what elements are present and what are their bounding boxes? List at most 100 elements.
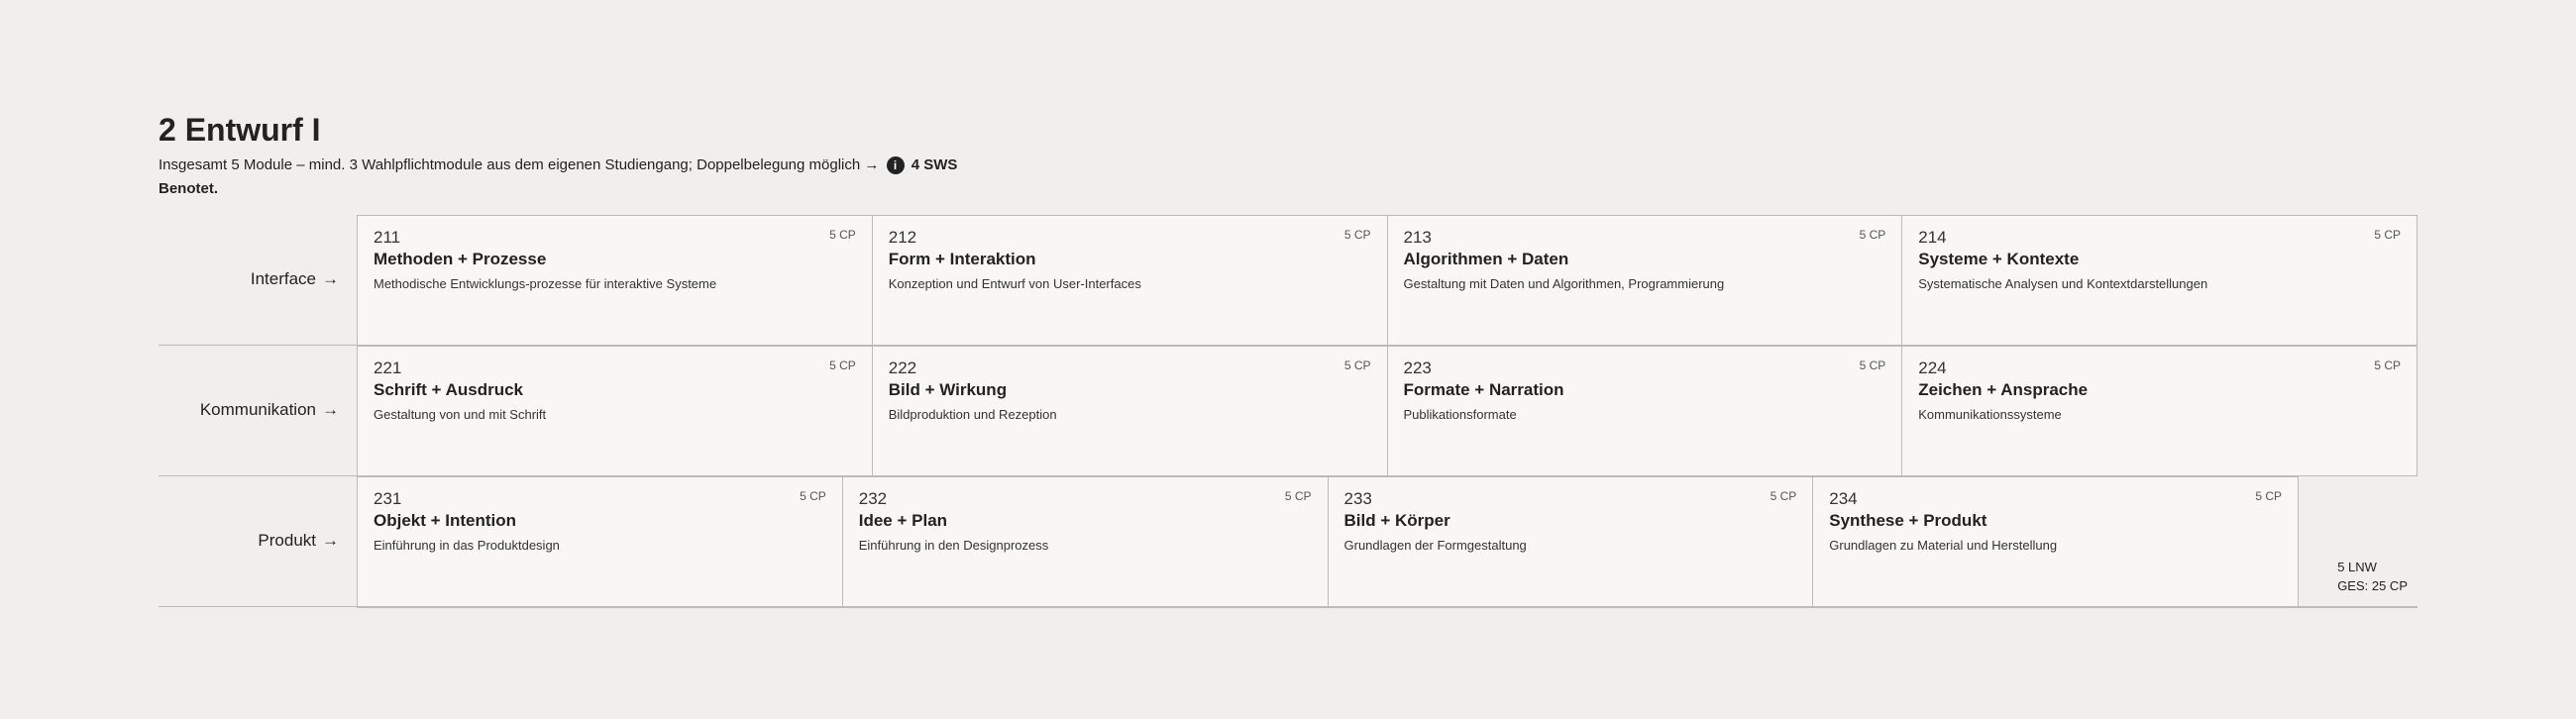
card-cp-2-1: 5 CP: [1285, 489, 1312, 503]
card-header-0-2: 213 5 CP: [1404, 228, 1886, 248]
ges-text: GES: 25 CP: [2337, 576, 2408, 596]
row-label-2: Produkt →: [159, 476, 357, 606]
cards-row-1: 221 5 CP Schrift + Ausdruck Gestaltung v…: [357, 346, 2417, 475]
card-number-1-3: 224: [1918, 359, 1946, 378]
card-desc-1-0: Gestaltung von und mit Schrift: [374, 406, 856, 424]
card-cp-0-0: 5 CP: [829, 228, 856, 242]
card-desc-0-1: Konzeption und Entwurf von User-Interfac…: [889, 275, 1371, 293]
row-arrow-0: →: [322, 269, 339, 289]
card-desc-2-1: Einführung in den Designprozess: [859, 537, 1312, 555]
row-label-text-1: Kommunikation →: [200, 400, 339, 420]
card-2-2[interactable]: 233 5 CP Bild + Körper Grundlagen der Fo…: [1329, 477, 1814, 606]
card-2-3[interactable]: 234 5 CP Synthese + Produkt Grundlagen z…: [1813, 477, 2299, 606]
grid-row-0: Interface → 211 5 CP Methoden + Prozesse…: [159, 215, 2417, 346]
card-title-2-1: Idee + Plan: [859, 511, 1312, 531]
card-header-1-3: 224 5 CP: [1918, 359, 2401, 378]
card-header-0-0: 211 5 CP: [374, 228, 856, 248]
card-1-2[interactable]: 223 5 CP Formate + Narration Publikation…: [1388, 347, 1903, 475]
section-subtitle: Insgesamt 5 Module – mind. 3 Wahlpflicht…: [159, 156, 2417, 174]
card-0-3[interactable]: 214 5 CP Systeme + Kontexte Systematisch…: [1902, 216, 2417, 345]
card-number-2-1: 232: [859, 489, 887, 509]
row-label-1: Kommunikation →: [159, 346, 357, 475]
card-title-1-2: Formate + Narration: [1404, 380, 1886, 400]
grid-row-2: Produkt → 231 5 CP Objekt + Intention Ei…: [159, 476, 2417, 607]
card-desc-1-2: Publikationsformate: [1404, 406, 1886, 424]
card-header-2-0: 231 5 CP: [374, 489, 826, 509]
card-2-0[interactable]: 231 5 CP Objekt + Intention Einführung i…: [358, 477, 843, 606]
card-number-2-3: 234: [1829, 489, 1857, 509]
card-number-2-2: 233: [1344, 489, 1372, 509]
card-cp-2-3: 5 CP: [2255, 489, 2282, 503]
info-icon[interactable]: i: [887, 156, 905, 174]
card-desc-1-3: Kommunikationssysteme: [1918, 406, 2401, 424]
card-number-0-2: 213: [1404, 228, 1432, 248]
sws-text: 4 SWS: [912, 156, 958, 173]
card-title-2-3: Synthese + Produkt: [1829, 511, 2282, 531]
card-title-0-1: Form + Interaktion: [889, 250, 1371, 269]
card-desc-0-2: Gestaltung mit Daten und Algorithmen, Pr…: [1404, 275, 1886, 293]
card-desc-0-0: Methodische Entwicklungs-prozesse für in…: [374, 275, 856, 293]
card-desc-1-1: Bildproduktion und Rezeption: [889, 406, 1371, 424]
card-number-0-0: 211: [374, 228, 400, 248]
grid-row-1: Kommunikation → 221 5 CP Schrift + Ausdr…: [159, 346, 2417, 476]
card-1-0[interactable]: 221 5 CP Schrift + Ausdruck Gestaltung v…: [358, 347, 873, 475]
card-desc-2-0: Einführung in das Produktdesign: [374, 537, 826, 555]
card-header-2-1: 232 5 CP: [859, 489, 1312, 509]
subtitle-text: Insgesamt 5 Module – mind. 3 Wahlpflicht…: [159, 156, 879, 173]
card-2-1[interactable]: 232 5 CP Idee + Plan Einführung in den D…: [843, 477, 1329, 606]
card-title-2-0: Objekt + Intention: [374, 511, 826, 531]
card-0-2[interactable]: 213 5 CP Algorithmen + Daten Gestaltung …: [1388, 216, 1903, 345]
row-label-text-0: Interface →: [251, 269, 339, 289]
cards-row-2: 231 5 CP Objekt + Intention Einführung i…: [357, 476, 2299, 606]
card-number-1-2: 223: [1404, 359, 1432, 378]
card-cp-2-0: 5 CP: [800, 489, 826, 503]
card-title-0-3: Systeme + Kontexte: [1918, 250, 2401, 269]
section-title: 2 Entwurf I: [159, 112, 2417, 149]
card-header-0-1: 212 5 CP: [889, 228, 1371, 248]
card-0-0[interactable]: 211 5 CP Methoden + Prozesse Methodische…: [358, 216, 873, 345]
card-number-2-0: 231: [374, 489, 401, 509]
card-desc-0-3: Systematische Analysen und Kontextdarste…: [1918, 275, 2401, 293]
footer-stats: 5 LNW GES: 25 CP: [2299, 476, 2417, 606]
cards-row-0: 211 5 CP Methoden + Prozesse Methodische…: [357, 215, 2417, 345]
row-label-name-2: Produkt: [258, 531, 316, 551]
row-arrow-2: →: [322, 531, 339, 551]
grid-container: Interface → 211 5 CP Methoden + Prozesse…: [159, 215, 2417, 608]
card-cp-0-1: 5 CP: [1344, 228, 1371, 242]
card-desc-2-2: Grundlagen der Formgestaltung: [1344, 537, 1797, 555]
card-header-1-0: 221 5 CP: [374, 359, 856, 378]
card-cp-1-1: 5 CP: [1344, 359, 1371, 372]
card-title-1-3: Zeichen + Ansprache: [1918, 380, 2401, 400]
card-title-0-0: Methoden + Prozesse: [374, 250, 856, 269]
row-label-0: Interface →: [159, 215, 357, 345]
card-cp-1-2: 5 CP: [1860, 359, 1886, 372]
card-cp-1-0: 5 CP: [829, 359, 856, 372]
card-number-0-1: 212: [889, 228, 916, 248]
card-header-2-2: 233 5 CP: [1344, 489, 1797, 509]
card-title-2-2: Bild + Körper: [1344, 511, 1797, 531]
card-header-0-3: 214 5 CP: [1918, 228, 2401, 248]
benotet-text: Benotet.: [159, 180, 2417, 197]
card-number-1-0: 221: [374, 359, 401, 378]
lnw-text: 5 LNW: [2337, 558, 2408, 577]
card-header-1-1: 222 5 CP: [889, 359, 1371, 378]
card-title-1-1: Bild + Wirkung: [889, 380, 1371, 400]
card-1-1[interactable]: 222 5 CP Bild + Wirkung Bildproduktion u…: [873, 347, 1388, 475]
row-arrow-1: →: [322, 400, 339, 420]
card-cp-1-3: 5 CP: [2374, 359, 2401, 372]
bottom-stats: 5 LNW GES: 25 CP: [2337, 558, 2408, 596]
card-0-1[interactable]: 212 5 CP Form + Interaktion Konzeption u…: [873, 216, 1388, 345]
card-header-2-3: 234 5 CP: [1829, 489, 2282, 509]
grid-bottom-border: [357, 607, 2417, 608]
card-cp-0-2: 5 CP: [1860, 228, 1886, 242]
card-cp-2-2: 5 CP: [1771, 489, 1797, 503]
card-title-0-2: Algorithmen + Daten: [1404, 250, 1886, 269]
card-desc-2-3: Grundlagen zu Material und Herstellung: [1829, 537, 2282, 555]
card-header-1-2: 223 5 CP: [1404, 359, 1886, 378]
card-1-3[interactable]: 224 5 CP Zeichen + Ansprache Kommunikati…: [1902, 347, 2417, 475]
card-number-1-1: 222: [889, 359, 916, 378]
row-label-text-2: Produkt →: [258, 531, 339, 551]
row-label-name-0: Interface: [251, 269, 316, 289]
card-number-0-3: 214: [1918, 228, 1946, 248]
card-cp-0-3: 5 CP: [2374, 228, 2401, 242]
